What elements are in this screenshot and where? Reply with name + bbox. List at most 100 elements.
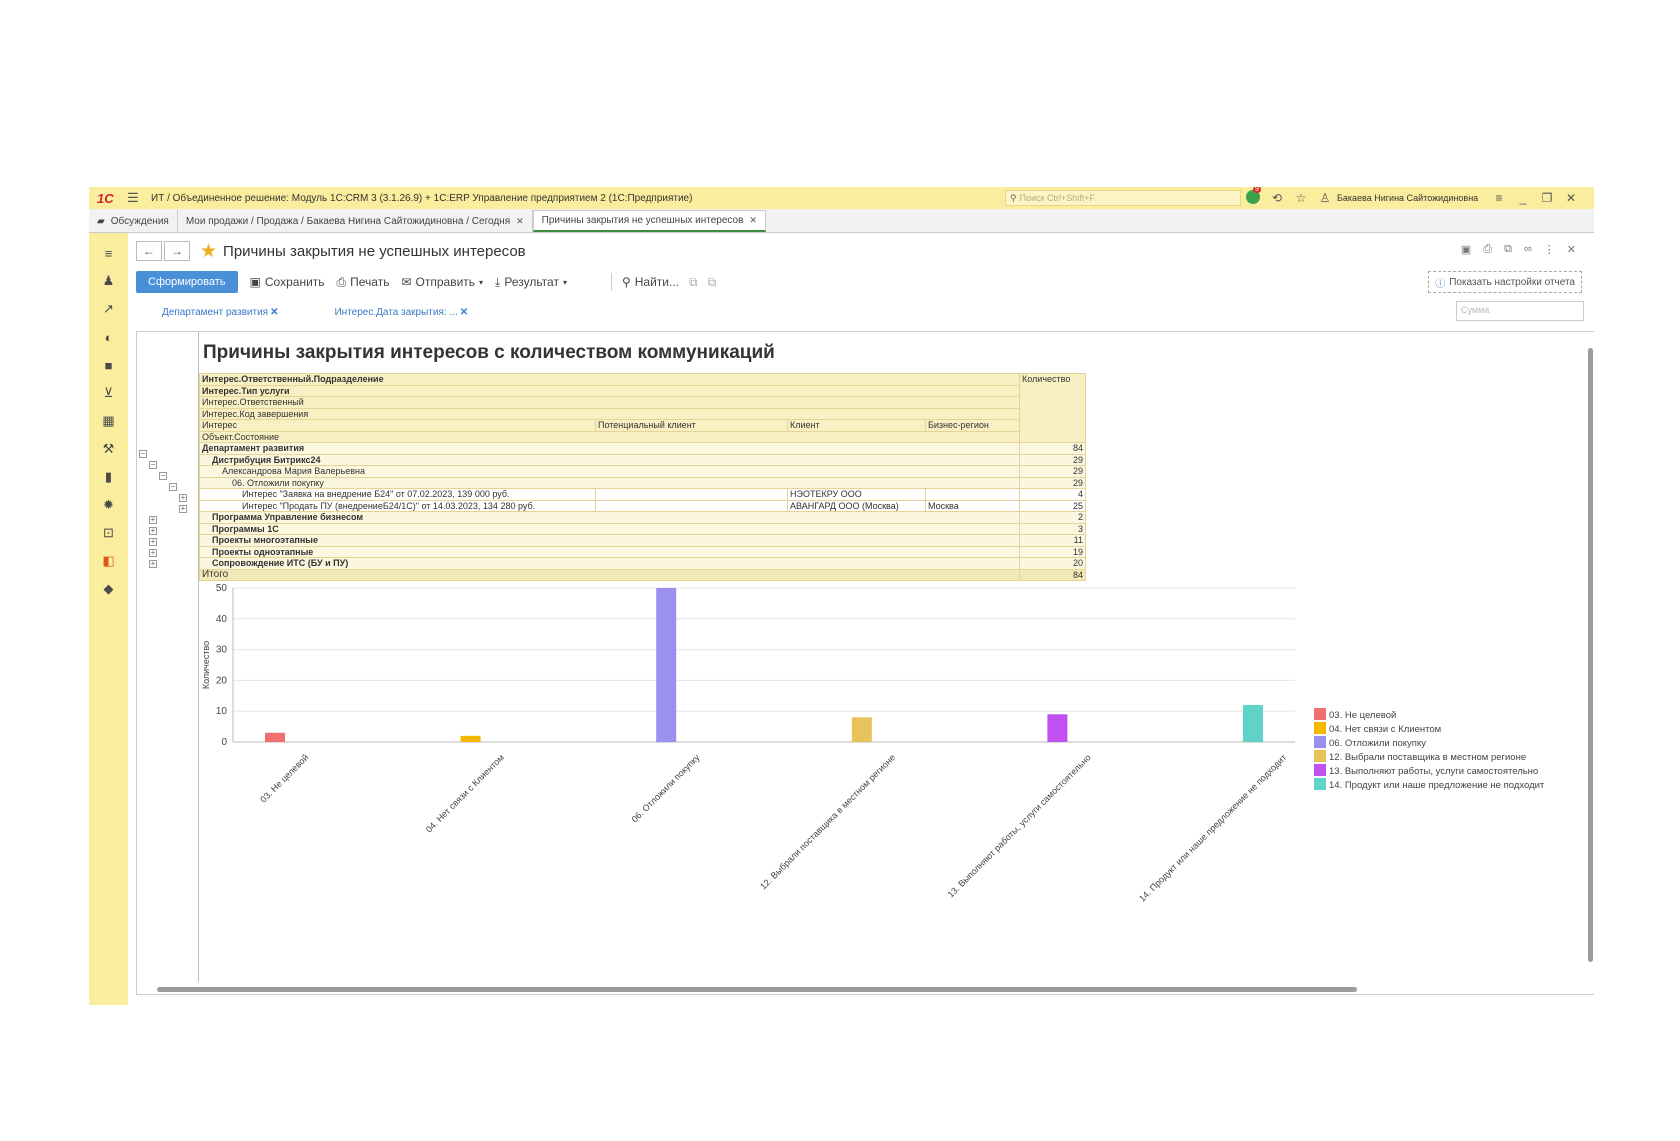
close-tab-icon[interactable]: ✕: [516, 216, 524, 227]
close-tab-icon[interactable]: ✕: [749, 215, 757, 226]
scrollbar-thumb[interactable]: [1588, 348, 1593, 962]
gear-icon[interactable]: ✹: [95, 491, 123, 519]
forward-button[interactable]: →: [164, 241, 190, 261]
expand-toggle[interactable]: +: [149, 527, 157, 535]
region-cell: Москва: [925, 499, 1020, 512]
collapse-toggle[interactable]: −: [149, 461, 157, 469]
table-row[interactable]: 06. Отложили покупку 29: [199, 476, 1086, 489]
tab-report[interactable]: Причины закрытия не успешных интересов ✕: [532, 210, 766, 232]
favorites-star-icon[interactable]: ☆: [1289, 191, 1313, 205]
collapse-toggle[interactable]: −: [169, 483, 177, 491]
scrollbar-thumb[interactable]: [157, 987, 1357, 992]
filter-close-date[interactable]: Интерес.Дата закрытия: ... ✕: [334, 307, 468, 318]
briefcase-icon[interactable]: ■: [95, 351, 123, 379]
remove-filter-icon[interactable]: ✕: [460, 307, 468, 318]
main-menu-icon[interactable]: ☰: [123, 190, 143, 206]
tab-my-sales[interactable]: Мои продажи / Продажа / Бакаева Нигина С…: [178, 210, 533, 232]
send-button[interactable]: ✉ Отправить ▾: [401, 275, 483, 289]
user-icon[interactable]: ♙: [1313, 191, 1337, 205]
quantity-header: Количество: [1019, 373, 1086, 443]
filter-department[interactable]: Департамент развития ✕: [162, 307, 278, 318]
back-button[interactable]: ←: [136, 241, 162, 261]
favorite-star-icon[interactable]: ★: [200, 240, 217, 263]
link-icon[interactable]: ∞: [1524, 243, 1532, 256]
y-tick-label: 10: [216, 706, 228, 717]
y-tick-label: 0: [221, 737, 227, 748]
table-row[interactable]: Проекты многоэтапные 11: [199, 534, 1086, 547]
collapse-toggle[interactable]: −: [139, 450, 147, 458]
discussions-icon: ▰: [97, 215, 105, 227]
notifications-button[interactable]: 9: [1241, 187, 1265, 207]
client-cell: АВАНГАРД ООО (Москва): [787, 499, 926, 512]
y-tick-label: 50: [216, 583, 228, 594]
save-button[interactable]: ▣ Сохранить: [250, 275, 325, 289]
sum-field[interactable]: Сумма: [1456, 301, 1584, 321]
settings-menu-icon[interactable]: ≡: [1487, 191, 1511, 205]
header-row: Интерес.Ответственный.Подразделение Коли…: [199, 373, 1086, 443]
report-table: Интерес.Ответственный.Подразделение Коли…: [199, 373, 1086, 581]
cart-icon[interactable]: ⊻: [95, 379, 123, 407]
print-icon[interactable]: ⎙: [1483, 243, 1492, 256]
expand-toggle[interactable]: +: [149, 549, 157, 557]
report-title: Причины закрытия интересов с количеством…: [203, 342, 775, 363]
show-settings-button[interactable]: ⓘ Показать настройки отчета: [1428, 271, 1582, 293]
row-label: Проекты одноэтапные: [199, 545, 1020, 558]
table-row[interactable]: Интерес "Продать ПУ (внедрениеБ24/1С)" о…: [199, 499, 1086, 512]
horizontal-scrollbar[interactable]: [145, 984, 1585, 994]
vertical-scrollbar[interactable]: [1587, 342, 1594, 987]
client-cell: НЭОТЕКРУ ООО: [787, 488, 926, 501]
row-value: 25: [1019, 499, 1086, 512]
paste-icon[interactable]: ⧉: [708, 275, 717, 290]
menu-icon[interactable]: ≡: [95, 239, 123, 267]
close-window-icon[interactable]: ✕: [1559, 191, 1583, 205]
expand-toggle[interactable]: +: [149, 538, 157, 546]
potential-client-cell: [595, 499, 788, 512]
table-row[interactable]: Департамент развития 84: [199, 442, 1086, 455]
table-row[interactable]: Дистрибуция Битрикс24 29: [199, 453, 1086, 466]
row-value: 2: [1019, 511, 1086, 524]
collapse-toggle[interactable]: −: [159, 472, 167, 480]
tab-label: Обсуждения: [110, 215, 169, 227]
table-row[interactable]: Интерес "Заявка на внедрение Б24" от 07.…: [199, 488, 1086, 501]
table-row[interactable]: Программа Управление бизнесом 2: [199, 511, 1086, 524]
header-row: Интерес.Код завершения: [199, 407, 1086, 420]
table-row[interactable]: Программы 1С 3: [199, 522, 1086, 535]
chart-bar: [460, 735, 481, 742]
expand-toggle[interactable]: +: [149, 516, 157, 524]
generate-button[interactable]: Сформировать: [136, 271, 238, 293]
save-icon[interactable]: ▣: [1461, 243, 1471, 256]
minimize-icon[interactable]: _: [1511, 191, 1535, 205]
table-row[interactable]: Проекты одноэтапные 19: [199, 545, 1086, 558]
tools-icon[interactable]: ◆: [95, 575, 123, 603]
preview-icon[interactable]: ⧉: [1504, 243, 1512, 256]
more-icon[interactable]: ⋮: [1544, 243, 1555, 256]
expand-toggle[interactable]: +: [179, 505, 187, 513]
legend-swatch: [1314, 708, 1326, 720]
find-button[interactable]: ⚲ Найти...: [622, 275, 679, 289]
current-user[interactable]: Бакаева Нигина Сайтожидиновна: [1337, 193, 1487, 203]
expand-toggle[interactable]: +: [179, 494, 187, 502]
tab-discussions[interactable]: ▰ Обсуждения: [89, 210, 178, 232]
table-row[interactable]: Александрова Мария Валерьевна 29: [199, 465, 1086, 478]
integration-icon[interactable]: ◧: [95, 547, 123, 575]
warehouse-icon[interactable]: ▦: [95, 407, 123, 435]
global-search-input[interactable]: ⚲ Поиск Ctrl+Shift+F: [1005, 190, 1241, 206]
crm-icon[interactable]: ↗: [95, 295, 123, 323]
users-icon[interactable]: ♟: [95, 267, 123, 295]
table-row[interactable]: Сопровождение ИТС (БУ и ПУ) 20: [199, 557, 1086, 570]
history-icon[interactable]: ⟲: [1265, 191, 1289, 205]
expand-toggle[interactable]: +: [149, 560, 157, 568]
result-button[interactable]: ⤓ Результат ▾: [495, 275, 567, 290]
remove-filter-icon[interactable]: ✕: [270, 307, 278, 318]
copy-icon[interactable]: ⧉: [689, 275, 698, 290]
analytics-icon[interactable]: ⊡: [95, 519, 123, 547]
close-form-icon[interactable]: ✕: [1567, 243, 1576, 256]
finance-icon[interactable]: ◐: [95, 323, 123, 351]
production-icon[interactable]: ⚒: [95, 435, 123, 463]
total-row: Итого 84: [199, 568, 1086, 581]
chevron-down-icon: ▾: [479, 277, 484, 287]
quick-filters: Департамент развития ✕ Интерес.Дата закры…: [162, 307, 468, 318]
reports-icon[interactable]: ▮: [95, 463, 123, 491]
restore-icon[interactable]: ❐: [1535, 191, 1559, 205]
print-button[interactable]: ⎙ Печать: [337, 275, 390, 290]
